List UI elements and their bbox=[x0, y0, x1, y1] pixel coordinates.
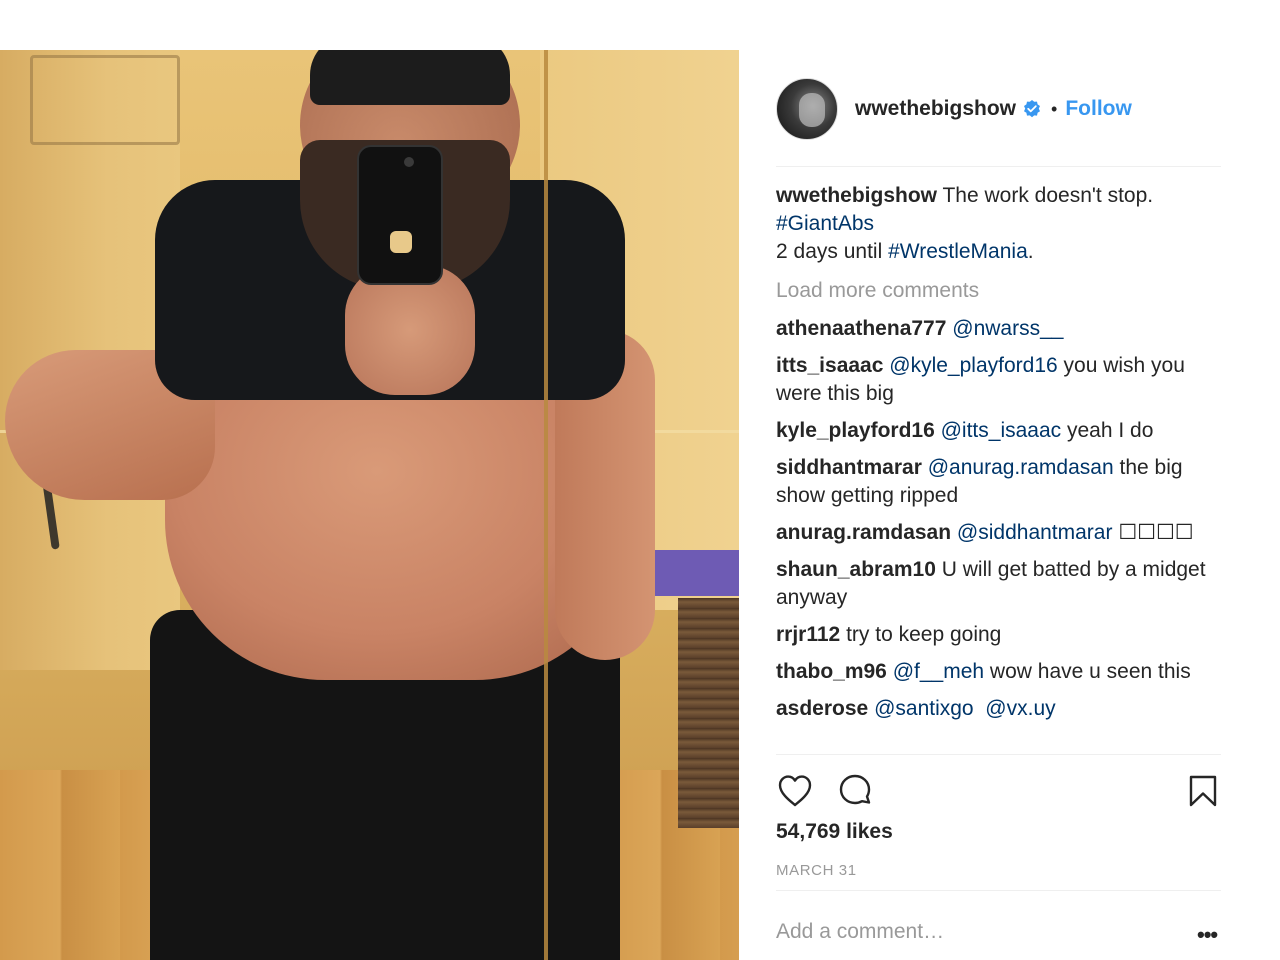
post-photo[interactable] bbox=[0, 50, 739, 960]
comment-username[interactable]: shaun_abram10 bbox=[776, 558, 936, 581]
comment-item: shaun_abram10 U will get batted by a mid… bbox=[776, 556, 1224, 612]
post-header: wwethebigshow • Follow bbox=[776, 76, 1221, 142]
caption-text: The work doesn't stop. bbox=[942, 184, 1154, 207]
comment-mention[interactable]: @vx.uy bbox=[985, 697, 1055, 720]
comment-mention[interactable]: @f__meh bbox=[893, 660, 984, 683]
load-more-comments-link[interactable]: Load more comments bbox=[776, 277, 1224, 305]
photo-phone bbox=[357, 145, 443, 285]
comment-item: anurag.ramdasan @siddhantmarar ☐☐☐☐ bbox=[776, 519, 1224, 547]
comment-item: itts_isaaac @kyle_playford16 you wish yo… bbox=[776, 352, 1224, 408]
photo-mirror-edge bbox=[544, 50, 548, 960]
caption-username[interactable]: wwethebigshow bbox=[776, 184, 937, 207]
photo-rack bbox=[30, 55, 180, 145]
comment-bubble-icon[interactable] bbox=[836, 772, 874, 810]
action-bar bbox=[776, 772, 1221, 816]
photo-beanie bbox=[310, 50, 510, 105]
avatar-face bbox=[799, 93, 825, 127]
comment-username[interactable]: athenaathena777 bbox=[776, 317, 946, 340]
phone-logo bbox=[390, 231, 412, 253]
comment-username[interactable]: anurag.ramdasan bbox=[776, 521, 951, 544]
footer-divider bbox=[776, 890, 1221, 891]
comment-item: siddhantmarar @anurag.ramdasan the big s… bbox=[776, 454, 1224, 510]
comment-item: thabo_m96 @f__meh wow have u seen this bbox=[776, 658, 1224, 686]
follow-button[interactable]: Follow bbox=[1065, 97, 1132, 121]
comment-text: wow have u seen this bbox=[984, 660, 1191, 683]
phone-camera bbox=[404, 157, 414, 167]
comments-list[interactable]: wwethebigshow The work doesn't stop. #Gi… bbox=[776, 182, 1224, 754]
caption-hashtag-wrestlemania[interactable]: #WrestleMania bbox=[888, 240, 1028, 263]
comment-text: ☐☐☐☐ bbox=[1112, 521, 1194, 544]
photo-basket bbox=[678, 598, 739, 828]
bookmark-icon[interactable] bbox=[1188, 774, 1218, 808]
post-date: MARCH 31 bbox=[776, 862, 857, 879]
post-side-panel: wwethebigshow • Follow wwethebigshow The… bbox=[739, 50, 1280, 960]
caption-line2-prefix: 2 days until bbox=[776, 240, 889, 263]
likes-count[interactable]: 54,769 likes bbox=[776, 820, 893, 844]
comment-item: rrjr112 try to keep going bbox=[776, 621, 1224, 649]
comment-username[interactable]: kyle_playford16 bbox=[776, 419, 935, 442]
add-comment-input[interactable]: Add a comment… bbox=[776, 920, 1156, 944]
comment-username[interactable]: rrjr112 bbox=[776, 623, 840, 646]
comment-mention[interactable]: @santixgo bbox=[874, 697, 974, 720]
comment-mention[interactable]: @anurag.ramdasan bbox=[928, 456, 1114, 479]
comment-mention[interactable]: @kyle_playford16 bbox=[889, 354, 1057, 377]
comment-item: athenaathena777 @nwarss__ bbox=[776, 315, 1224, 343]
comment-mention[interactable]: @itts_isaaac bbox=[941, 419, 1062, 442]
post-caption: wwethebigshow The work doesn't stop. #Gi… bbox=[776, 182, 1224, 266]
comment-username[interactable]: thabo_m96 bbox=[776, 660, 887, 683]
comments-divider bbox=[776, 754, 1221, 755]
header-username[interactable]: wwethebigshow bbox=[855, 97, 1016, 121]
more-options-icon[interactable]: ••• bbox=[1197, 922, 1218, 948]
comment-mention[interactable]: @siddhantmarar bbox=[957, 521, 1113, 544]
separator-dot: • bbox=[1051, 98, 1058, 119]
verified-badge-icon bbox=[1024, 100, 1041, 118]
comment-text: try to keep going bbox=[846, 623, 1002, 646]
comment-item: asderose @santixgo @vx.uy bbox=[776, 695, 1224, 723]
comment-username[interactable]: siddhantmarar bbox=[776, 456, 922, 479]
caption-line2-suffix: . bbox=[1027, 240, 1034, 263]
heart-icon[interactable] bbox=[776, 772, 814, 810]
header-divider bbox=[776, 166, 1221, 167]
comment-item: kyle_playford16 @itts_isaaac yeah I do bbox=[776, 417, 1224, 445]
comment-mention[interactable]: @nwarss__ bbox=[952, 317, 1063, 340]
comment-username[interactable]: asderose bbox=[776, 697, 868, 720]
caption-hashtag-giantabs[interactable]: #GiantAbs bbox=[776, 212, 874, 235]
comment-text: yeah I do bbox=[1061, 419, 1154, 442]
avatar[interactable] bbox=[776, 78, 838, 140]
comment-username[interactable]: itts_isaaac bbox=[776, 354, 883, 377]
